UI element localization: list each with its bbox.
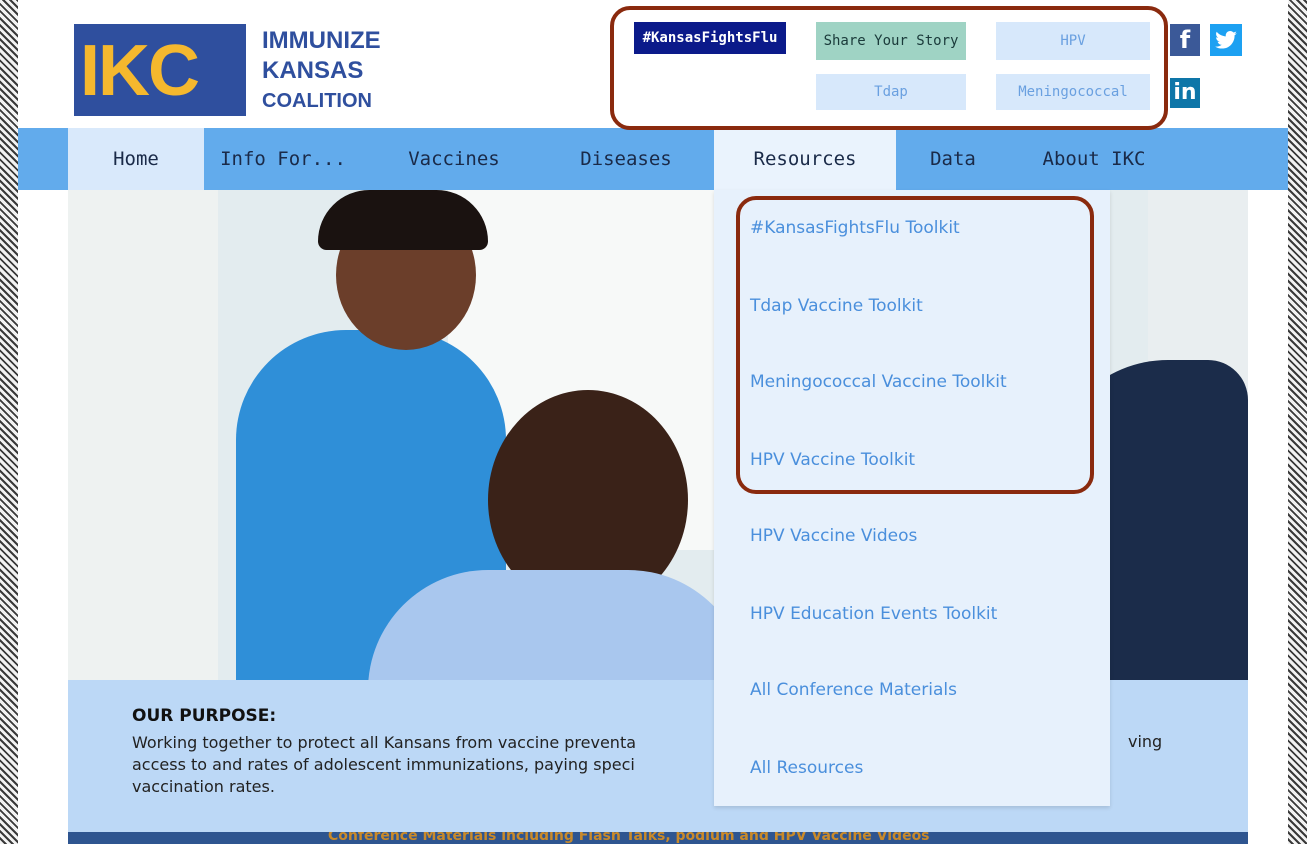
highlight-top-buttons <box>610 6 1168 130</box>
bottom-banner[interactable]: Conference Materials including Flash Tal… <box>68 832 1248 844</box>
nav-resources[interactable]: Resources <box>714 128 896 190</box>
twitter-icon[interactable] <box>1210 24 1242 56</box>
logo-line-3: COALITION <box>262 90 372 112</box>
page: IKC IMMUNIZE KANSAS COALITION #KansasFig… <box>18 0 1288 844</box>
logo-mark-box: IKC <box>74 24 246 116</box>
logo-line-2: KANSAS <box>262 57 364 84</box>
bottom-banner-text: Conference Materials including Flash Tal… <box>328 832 930 844</box>
menu-item-all-resources[interactable]: All Resources <box>750 758 863 778</box>
nav-data[interactable]: Data <box>898 128 1008 190</box>
nav-diseases[interactable]: Diseases <box>538 128 714 190</box>
logo-mark: IKC <box>80 31 200 111</box>
menu-item-hpv-vaccine-videos[interactable]: HPV Vaccine Videos <box>750 526 917 546</box>
nav-vaccines[interactable]: Vaccines <box>374 128 534 190</box>
highlight-toolkit-items <box>736 196 1094 494</box>
hero-window-left <box>68 190 218 680</box>
logo-words: IMMUNIZE KANSAS COALITION <box>262 26 381 116</box>
logo-line-1: IMMUNIZE <box>262 27 381 54</box>
nav-home[interactable]: Home <box>68 128 204 190</box>
main-nav: Home Info For... Vaccines Diseases Resou… <box>18 128 1288 190</box>
nav-info-for[interactable]: Info For... <box>204 128 362 190</box>
hero-nurse-hair <box>318 190 488 250</box>
menu-item-hpv-education-events-toolkit[interactable]: HPV Education Events Toolkit <box>750 604 997 624</box>
hero-patient-shirt <box>368 570 748 680</box>
ikc-logo[interactable]: IKC IMMUNIZE KANSAS COALITION <box>74 24 414 120</box>
menu-item-all-conference-materials[interactable]: All Conference Materials <box>750 680 957 700</box>
purpose-title: OUR PURPOSE: <box>132 706 277 726</box>
nav-about-ikc[interactable]: About IKC <box>1018 128 1170 190</box>
linkedin-icon[interactable]: in <box>1170 78 1200 108</box>
purpose-line-1-end: ving <box>1128 732 1163 751</box>
facebook-icon[interactable]: f <box>1170 24 1200 56</box>
